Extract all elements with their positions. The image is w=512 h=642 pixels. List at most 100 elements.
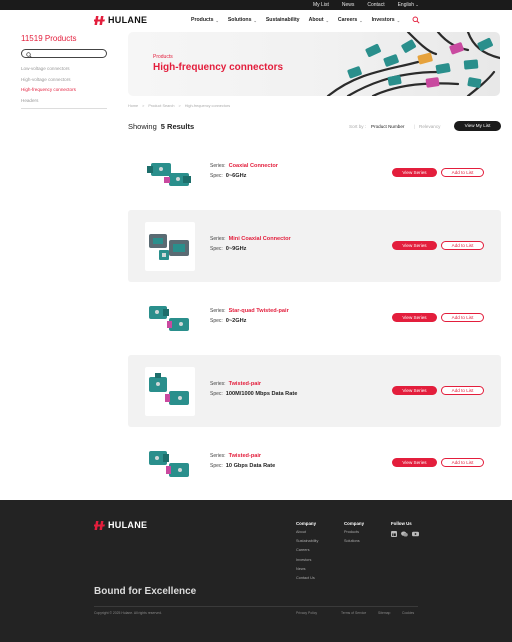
footer-link-careers[interactable]: Careers [296,548,318,557]
nav-solutions[interactable]: Solutions ⌄ [228,17,257,23]
footer-link-about[interactable]: About [296,530,318,539]
series-name[interactable]: Star-quad Twisted-pair [229,308,289,314]
chevron-down-icon: ⌄ [325,17,329,23]
news-link[interactable]: News [342,1,355,9]
product-count-title: 11519 Products [21,34,77,43]
results-toolbar: Showing 5 Results Sort by : Product Numbe… [128,120,501,134]
product-thumbnail[interactable] [145,367,195,416]
footer-link-investors[interactable]: Investors [296,558,318,567]
sitemap-link[interactable]: Sitemap [378,611,402,615]
category-banner: Products High-frequency connectors [128,32,500,96]
linkedin-icon[interactable] [391,531,397,537]
chevron-down-icon: ⌄ [253,17,257,23]
footer-link-solutions[interactable]: Solutions [344,539,364,548]
nav-label: Solutions [227,17,252,23]
sidebar-divider [21,108,107,109]
sort-separator: | [414,124,416,129]
logo[interactable]: HULANE [94,15,147,25]
spec-value: 0~9GHz [225,246,247,252]
spec-value: 0~6GHz [225,173,247,179]
spec-label: Spec: [210,391,223,397]
footer-tagline: Bound for Excellence [94,586,197,597]
add-to-list-button[interactable]: Add to List [441,458,484,467]
filter-sidebar: 11519 Products Low-voltage connectors Hi… [21,34,107,109]
series-name[interactable]: Twisted-pair [229,381,262,387]
sidebar-item-low-voltage[interactable]: Low-voltage connectors [21,64,107,75]
view-series-button[interactable]: View Series [392,168,437,177]
sidebar-search-input[interactable] [34,50,104,58]
series-name[interactable]: Coaxial Connector [229,163,278,169]
footer-logo[interactable]: HULANE [94,520,147,530]
privacy-policy-link[interactable]: Privacy Policy [296,611,341,615]
sidebar-item-high-voltage[interactable]: High-voltage connectors [21,75,107,86]
series-label: Series: [210,308,226,314]
footer-heading: Company [344,521,365,526]
nav-sustainability[interactable]: Sustainability [266,17,300,23]
product-row: Series: Star-quad Twisted-pair Spec: 0~2GH… [128,282,501,354]
view-series-button[interactable]: View Series [392,458,437,467]
results-count: Showing 5 Results [128,122,194,131]
hulane-logo-mark-icon [94,15,105,25]
sort-option-relevancy[interactable]: Relevancy [419,124,440,129]
footer-logo-text: HULANE [108,520,148,530]
series-label: Series: [210,163,226,169]
search-icon[interactable] [412,16,420,24]
product-thumbnail[interactable] [145,439,195,488]
language-selector[interactable]: English ⌄ [398,1,419,9]
footer-column-follow-us: Follow Us [391,521,419,537]
view-series-button[interactable]: View Series [392,386,437,395]
view-my-list-button[interactable]: View My List [454,121,501,131]
sidebar-item-high-frequency[interactable]: High-frequency connectors [21,85,107,96]
legal-links: Privacy Policy Terms of Service Sitemap … [296,611,414,615]
contact-link[interactable]: Contact [367,1,384,9]
site-footer: HULANE Company About Sustainability Care… [0,500,512,642]
terms-of-service-link[interactable]: Terms of Service [341,611,378,615]
banner-title: High-frequency connectors [153,62,284,73]
product-thumbnail[interactable] [145,294,195,343]
youtube-icon[interactable] [412,531,419,537]
product-thumbnail[interactable] [145,222,195,271]
nav-label: Investors [371,17,395,23]
banner-subtitle: Products [153,54,173,60]
series-label: Series: [210,381,226,387]
sort-option-product-number[interactable]: Product Number [371,124,404,129]
my-list-link[interactable]: My List [313,1,329,9]
footer-link-news[interactable]: News [296,567,318,576]
footer-link-products[interactable]: Products [344,530,364,539]
add-to-list-button[interactable]: Add to List [441,313,484,322]
breadcrumb: Home > Product Search > High-frequency c… [128,104,230,108]
cookies-link[interactable]: Cookies [402,611,414,615]
spec-label: Spec: [210,173,223,179]
product-thumbnail[interactable] [145,149,195,198]
nav-investors[interactable]: Investors ⌄ [372,17,400,23]
mini-coaxial-connector-image [149,234,189,260]
sidebar-search-box[interactable] [21,49,107,58]
wechat-icon[interactable] [401,531,408,537]
footer-link-contact-us[interactable]: Contact Us [296,576,318,585]
series-name[interactable]: Mini Coaxial Connector [229,236,291,242]
breadcrumb-home[interactable]: Home [128,104,138,108]
add-to-list-button[interactable]: Add to List [441,168,484,177]
breadcrumb-product-search[interactable]: Product Search [148,104,174,108]
add-to-list-button[interactable]: Add to List [441,241,484,250]
footer-heading: Follow Us [391,521,412,526]
add-to-list-button[interactable]: Add to List [441,386,484,395]
view-series-button[interactable]: View Series [392,241,437,250]
footer-link-sustainability[interactable]: Sustainability [296,539,318,548]
nav-products[interactable]: Products ⌄ [191,17,219,23]
view-series-button[interactable]: View Series [392,313,437,322]
logo-text: HULANE [108,15,148,25]
spec-value: 0~2GHz [225,318,247,324]
series-name[interactable]: Twisted-pair [229,453,262,459]
footer-divider [94,606,418,607]
results-count-value: 5 Results [160,122,195,131]
sidebar-item-headers[interactable]: Headers [21,96,107,107]
nav-label: About [308,17,324,23]
product-row: Series: Coaxial Connector Spec: 0~6GHz Vie… [128,137,501,209]
star-quad-connector-image [149,306,189,331]
spec-value: 10 Gbps Data Rate [225,463,276,469]
nav-about[interactable]: About ⌄ [309,17,329,23]
language-label: English [397,2,414,8]
main-nav: Products ⌄ Solutions ⌄ Sustainability Abou… [191,17,400,23]
nav-careers[interactable]: Careers ⌄ [338,17,363,23]
